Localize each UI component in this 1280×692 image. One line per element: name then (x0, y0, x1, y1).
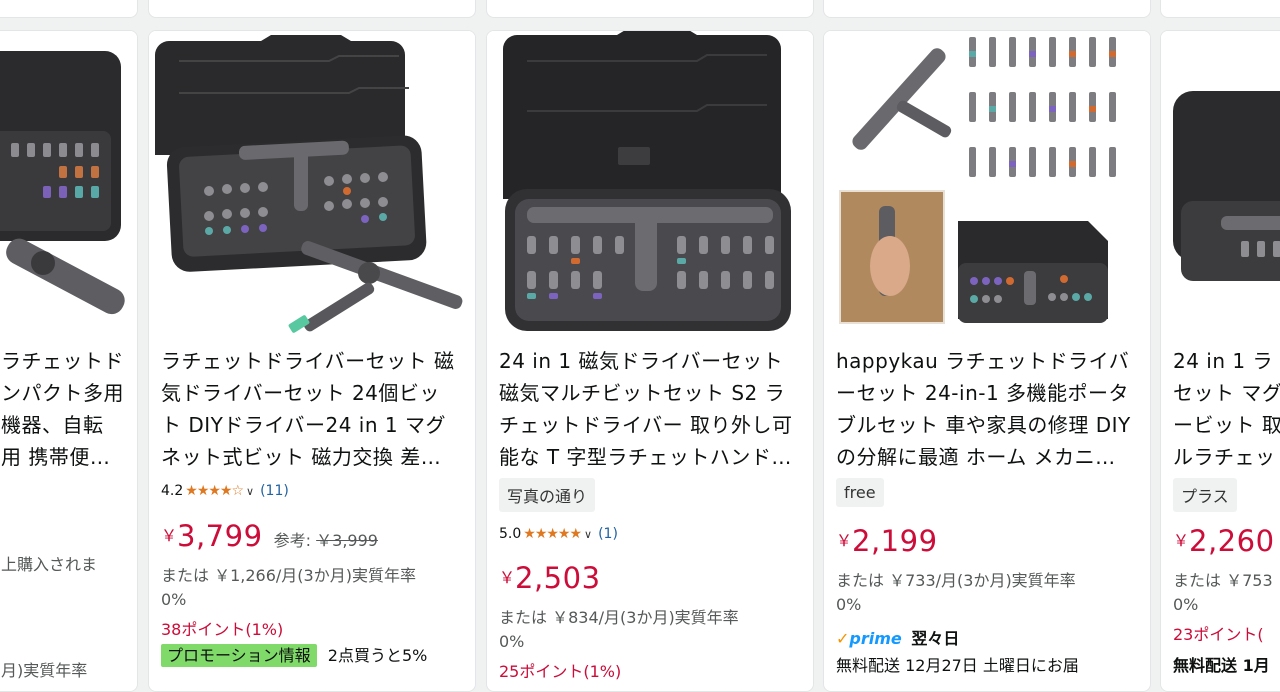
rating-row[interactable]: 4.2 ★★★★☆ ∨ (11) (161, 483, 289, 499)
product-image[interactable] (824, 31, 1150, 334)
rating-value: 4.2 (161, 483, 184, 499)
partial-card-top (823, 0, 1151, 18)
product-title[interactable]: 24 in 1 磁気ドライバーセット 磁気マルチビットセット S2 ラ チェット… (499, 345, 809, 473)
product-card[interactable]: 24 in 1 磁気ドライバーセット 磁気マルチビットセット S2 ラ チェット… (486, 30, 814, 692)
points-text: 38ポイント(1%) (161, 620, 284, 639)
points-text: 23ポイント( (1173, 625, 1264, 644)
product-card[interactable]: ラチェットド ンパクト多用 機器、自転 用 携帯便… 上購入されま 月)実質年率 (0, 30, 138, 692)
prime-row: ✓prime 翌々日 (836, 625, 959, 649)
product-title[interactable]: ラチェットドライバーセット 磁 気ドライバーセット 24個ビッ ト DIYドライ… (161, 345, 471, 473)
product-image[interactable] (487, 31, 813, 334)
prime-logo: prime (849, 629, 902, 648)
partial-card-top (1160, 0, 1280, 18)
product-image[interactable] (149, 31, 475, 334)
partial-card-top (0, 0, 138, 18)
chevron-down-icon[interactable]: ∨ (584, 528, 592, 541)
product-image[interactable] (0, 31, 137, 334)
promotion-row[interactable]: プロモーション情報 2点買うと5% (161, 642, 428, 667)
apr-text: 0% (499, 632, 525, 651)
product-card[interactable]: ラチェットドライバーセット 磁 気ドライバーセット 24個ビッ ト DIYドライ… (148, 30, 476, 692)
installment-text: または ￥753 (1173, 571, 1273, 590)
price[interactable]: ￥3,799 参考: ￥3,999 (161, 519, 378, 553)
promotion-tag[interactable]: プロモーション情報 (161, 644, 317, 667)
product-image[interactable] (1161, 31, 1280, 334)
review-count-link[interactable]: (11) (260, 483, 289, 499)
prime-check-icon: ✓ (836, 629, 850, 648)
promotion-text: 2点買うと5% (327, 646, 428, 665)
installment-text: または ￥1,266/月(3か月)実質年率 (161, 566, 416, 585)
chevron-down-icon[interactable]: ∨ (246, 485, 254, 498)
prime-delivery-text: 翌々日 (911, 629, 960, 648)
review-count-link[interactable]: (1) (598, 526, 618, 542)
price[interactable]: ￥2,260 (1173, 524, 1275, 558)
shipping-text: 無料配送 12月27日 土曜日にお届 (836, 656, 1079, 675)
installment-text: または ￥733/月(3か月)実質年率 (836, 571, 1076, 590)
product-card[interactable]: happykau ラチェットドライバ ーセット 24-in-1 多機能ポータ ブ… (823, 30, 1151, 692)
reference-price: 参考: ￥3,999 (273, 531, 378, 550)
price[interactable]: ￥2,503 (499, 561, 601, 595)
product-title[interactable]: 24 in 1 ラ セット マグ ービット 取 ルラチェッ (1173, 345, 1280, 473)
product-title[interactable]: happykau ラチェットドライバ ーセット 24-in-1 多機能ポータ ブ… (836, 345, 1146, 473)
partial-card-top (148, 0, 476, 18)
price[interactable]: ￥2,199 (836, 524, 938, 558)
rating-row[interactable]: 5.0 ★★★★★ ∨ (1) (499, 526, 618, 542)
installment-text: 月)実質年率 (1, 661, 88, 680)
rating-value: 5.0 (499, 526, 522, 542)
star-rating-icon[interactable]: ★★★★☆ (185, 483, 244, 499)
product-card[interactable]: 24 in 1 ラ セット マグ ービット 取 ルラチェッ プラス ￥2,260… (1160, 30, 1280, 692)
partial-card-top (486, 0, 814, 18)
apr-text: 0% (161, 590, 187, 609)
installment-text: または ￥834/月(3か月)実質年率 (499, 608, 739, 627)
points-text: 25ポイント(1%) (499, 662, 622, 681)
apr-text: 0% (1173, 595, 1199, 614)
product-title[interactable]: ラチェットド ンパクト多用 機器、自転 用 携帯便… (1, 345, 137, 473)
apr-text: 0% (836, 595, 862, 614)
variant-badge[interactable]: プラス (1173, 478, 1237, 512)
star-rating-icon[interactable]: ★★★★★ (523, 526, 582, 542)
variant-badge[interactable]: free (836, 478, 884, 507)
variant-badge[interactable]: 写真の通り (499, 478, 596, 512)
purchase-info: 上購入されま (1, 555, 98, 574)
shipping-text: 無料配送 1月 (1173, 656, 1270, 675)
